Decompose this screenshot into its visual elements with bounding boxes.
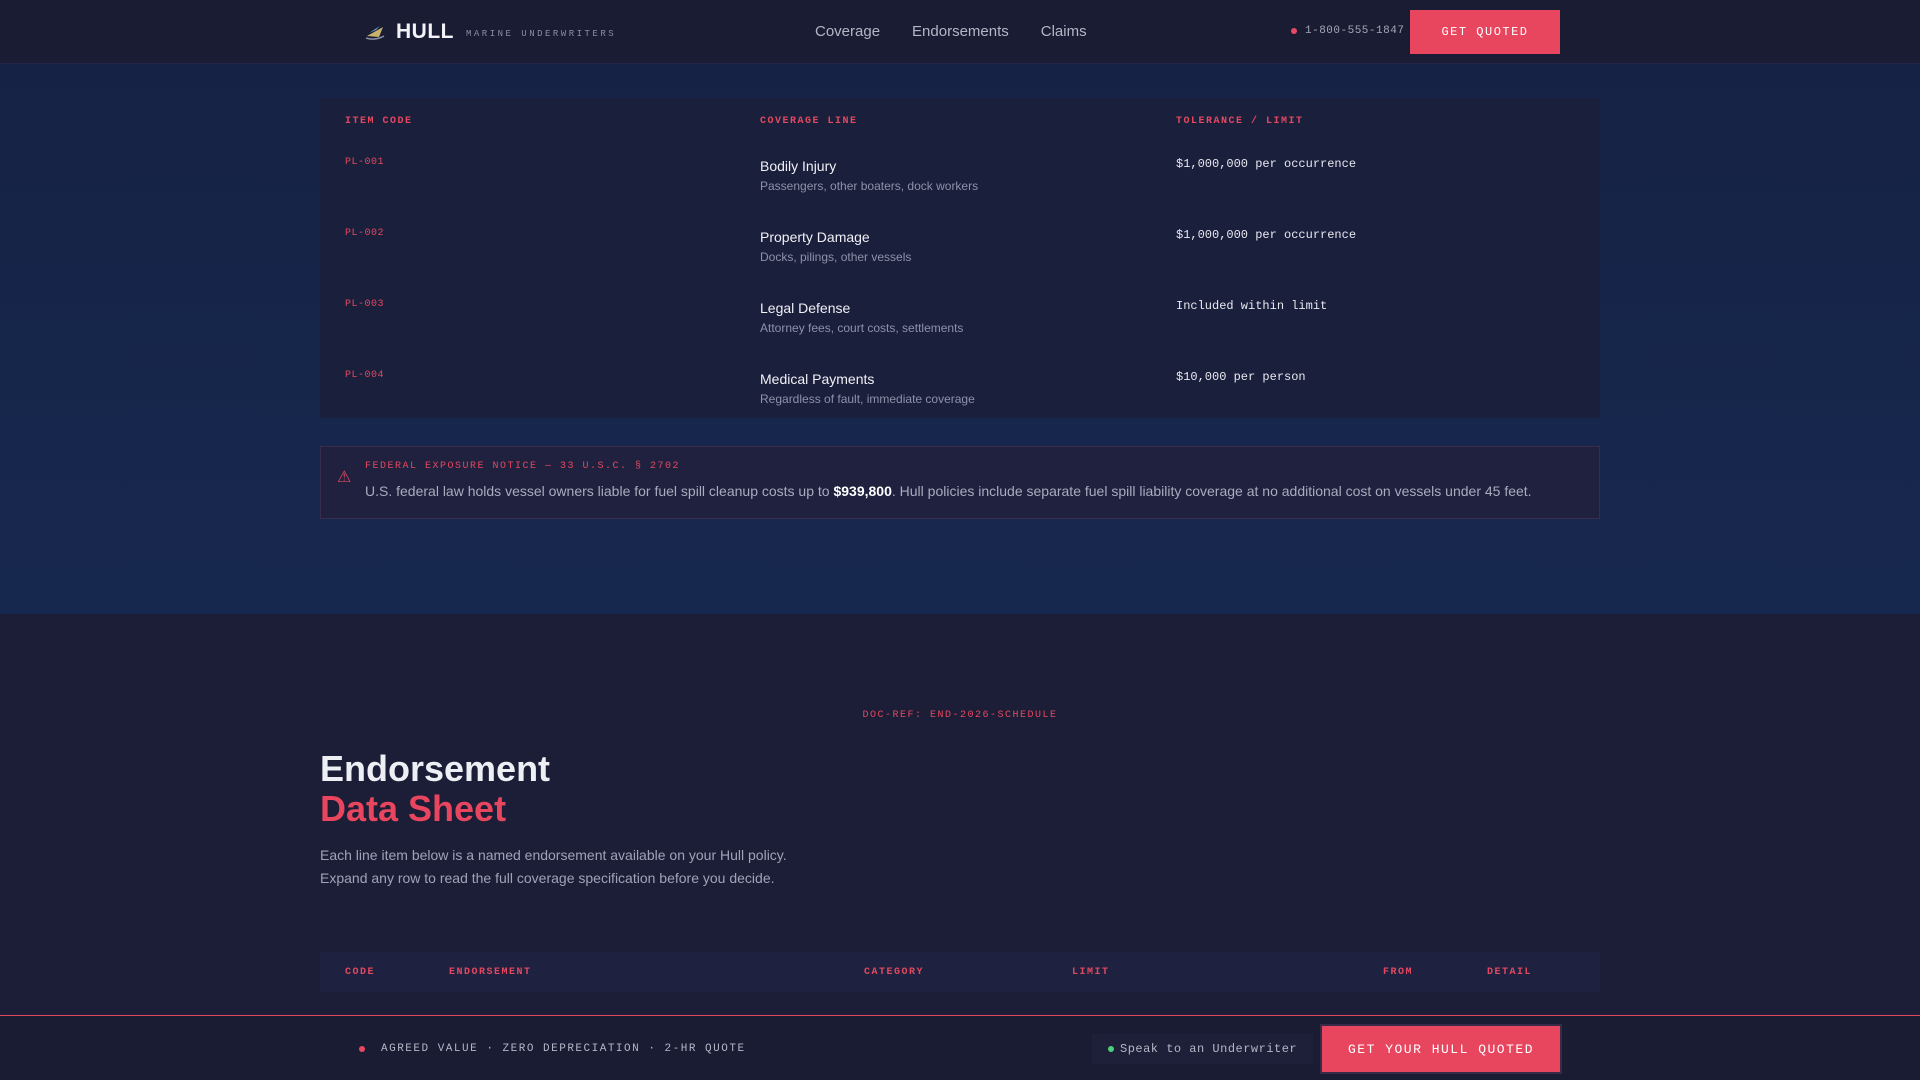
status-dot-icon xyxy=(1291,28,1297,34)
col-tolerance-limit: TOLERANCE / LIMIT xyxy=(1176,116,1304,127)
coverage-table-header: ITEM CODE COVERAGE LINE TOLERANCE / LIMI… xyxy=(320,116,1600,130)
coverage-description: Regardless of fault, immediate coverage xyxy=(760,392,975,406)
phone-link[interactable]: 1-800-555-1847 xyxy=(1291,25,1404,37)
nav-endorsements[interactable]: Endorsements xyxy=(912,23,1009,40)
online-dot-icon xyxy=(1108,1046,1114,1052)
col-code: CODE xyxy=(345,967,376,978)
col-endorsement: ENDORSEMENT xyxy=(449,967,532,978)
nav-coverage[interactable]: Coverage xyxy=(815,23,880,40)
tagline: AGREED VALUE · ZERO DEPRECIATION · 2-HR … xyxy=(359,1043,746,1055)
item-code: PL-003 xyxy=(345,299,385,310)
notice-amount: $939,800 xyxy=(833,483,892,499)
doc-ref: DOC-REF: END-2026-SCHEDULE xyxy=(862,710,1058,721)
coverage-limit: $1,000,000 per occurrence xyxy=(1176,228,1357,242)
coverage-limit: $10,000 per person xyxy=(1176,370,1306,384)
col-limit: LIMIT xyxy=(1072,967,1110,978)
item-code: PL-004 xyxy=(345,370,385,381)
status-dot-icon xyxy=(359,1046,365,1052)
col-from: FROM xyxy=(1383,967,1414,978)
col-coverage-line: COVERAGE LINE xyxy=(760,116,858,127)
section-description-line: Each line item below is a named endorsem… xyxy=(320,847,787,863)
section-description-line: Expand any row to read the full coverage… xyxy=(320,870,775,886)
nav-claims[interactable]: Claims xyxy=(1041,23,1087,40)
endorsement-table-header: CODE ENDORSEMENT CATEGORY LIMIT FROM DET… xyxy=(320,952,1600,992)
notice-text-post: . Hull policies include separate fuel sp… xyxy=(891,483,1532,499)
col-item-code: ITEM CODE xyxy=(345,116,413,127)
brand-name: HULL xyxy=(396,20,454,43)
get-hull-quoted-button[interactable]: GET YOUR HULL QUOTED xyxy=(1320,1024,1562,1074)
notice-body: U.S. federal law holds vessel owners lia… xyxy=(365,483,1532,499)
section-title-accent: Data Sheet xyxy=(320,788,507,829)
warning-icon: ⚠ xyxy=(337,469,352,486)
brand-subtitle: MARINE UNDERWRITERS xyxy=(466,29,617,39)
coverage-table: ITEM CODE COVERAGE LINE TOLERANCE / LIMI… xyxy=(320,98,1600,418)
table-row: PL-004 Medical Payments Regardless of fa… xyxy=(320,370,1600,430)
speak-label: Speak to an Underwriter xyxy=(1120,1042,1298,1056)
get-quoted-button[interactable]: GET QUOTED xyxy=(1410,10,1560,54)
notice-heading: FEDERAL EXPOSURE NOTICE — 33 U.S.C. § 27… xyxy=(365,461,681,472)
speak-to-underwriter-link[interactable]: Speak to an Underwriter xyxy=(1092,1034,1314,1064)
endorsement-section: DOC-REF: END-2026-SCHEDULE Endorsement D… xyxy=(0,614,1920,1080)
col-detail: DETAIL xyxy=(1487,967,1533,978)
main-nav: Coverage Endorsements Claims xyxy=(815,23,1119,40)
tagline-text: AGREED VALUE · ZERO DEPRECIATION · 2-HR … xyxy=(381,1043,746,1055)
section-description: Each line item below is a named endorsem… xyxy=(320,844,880,890)
site-header: HULL MARINE UNDERWRITERS Coverage Endors… xyxy=(0,0,1920,64)
coverage-description: Docks, pilings, other vessels xyxy=(760,250,912,264)
coverage-limit: $1,000,000 per occurrence xyxy=(1176,157,1357,171)
table-row: PL-002 Property Damage Docks, pilings, o… xyxy=(320,228,1600,288)
section-title: Endorsement xyxy=(320,748,551,789)
federal-notice: ⚠ FEDERAL EXPOSURE NOTICE — 33 U.S.C. § … xyxy=(320,446,1600,519)
table-row: PL-001 Bodily Injury Passengers, other b… xyxy=(320,157,1600,217)
coverage-description: Passengers, other boaters, dock workers xyxy=(760,179,979,193)
coverage-title: Legal Defense xyxy=(760,300,851,316)
sticky-quote-bar: AGREED VALUE · ZERO DEPRECIATION · 2-HR … xyxy=(0,1015,1920,1080)
coverage-title: Property Damage xyxy=(760,229,870,245)
coverage-title: Bodily Injury xyxy=(760,158,837,174)
brand-logo[interactable]: HULL MARINE UNDERWRITERS xyxy=(364,20,616,44)
hull-logo-icon xyxy=(365,26,385,40)
coverage-limit: Included within limit xyxy=(1176,299,1328,313)
item-code: PL-001 xyxy=(345,157,385,168)
item-code: PL-002 xyxy=(345,228,385,239)
coverage-description: Attorney fees, court costs, settlements xyxy=(760,321,964,335)
phone-number: 1-800-555-1847 xyxy=(1305,25,1405,37)
table-row: PL-003 Legal Defense Attorney fees, cour… xyxy=(320,299,1600,359)
liability-section: ITEM CODE COVERAGE LINE TOLERANCE / LIMI… xyxy=(0,64,1920,614)
col-category: CATEGORY xyxy=(864,967,925,978)
notice-text-pre: U.S. federal law holds vessel owners lia… xyxy=(365,483,834,499)
coverage-title: Medical Payments xyxy=(760,371,875,387)
